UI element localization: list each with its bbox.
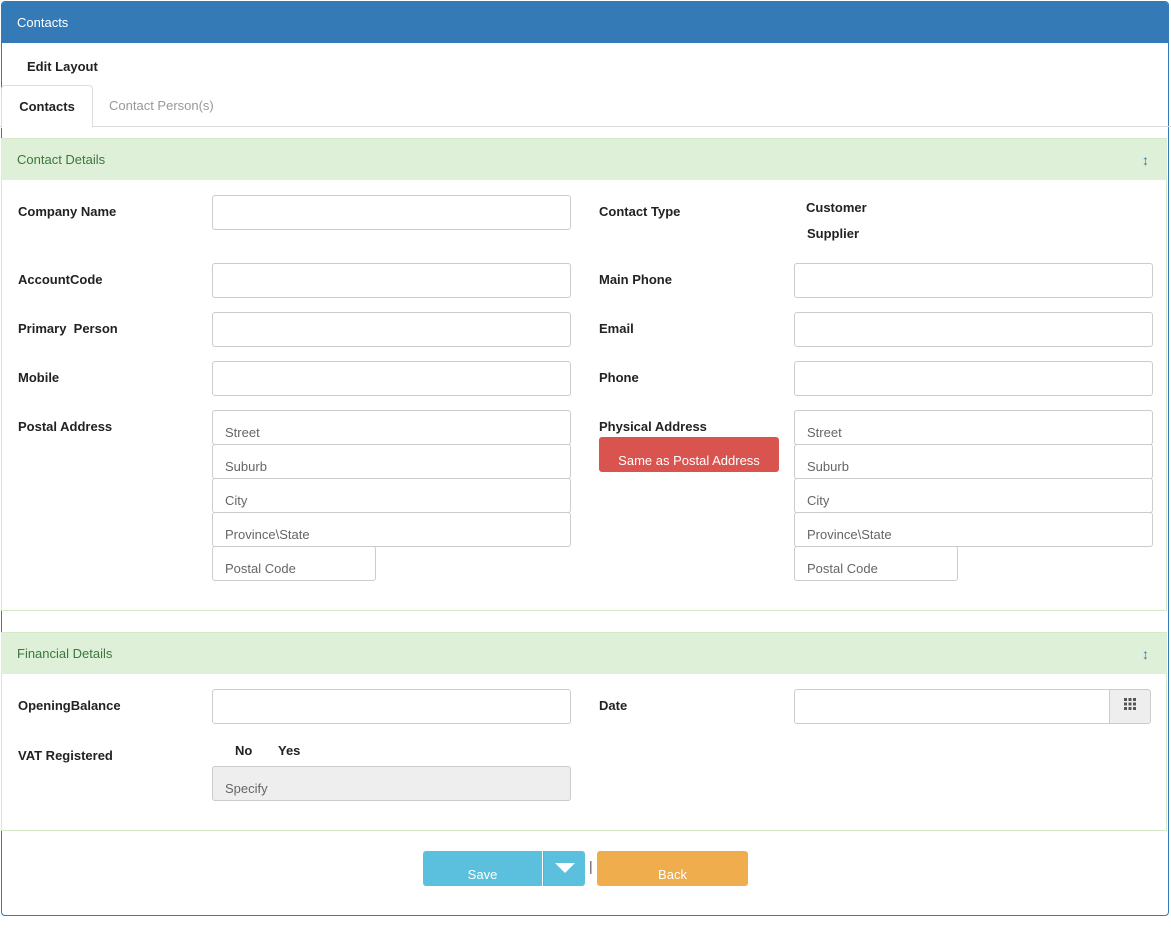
contact-details-header[interactable]: Contact Details ↕: [1, 138, 1167, 180]
opening-balance-input[interactable]: [212, 689, 571, 724]
button-separator: |: [589, 858, 593, 874]
panel-title: Contacts: [2, 2, 1168, 43]
vat-specify-input[interactable]: [212, 766, 571, 801]
contact-type-customer-option[interactable]: Customer: [806, 200, 867, 215]
physical-address-label: Physical Address: [599, 419, 707, 434]
financial-details-header[interactable]: Financial Details ↕: [1, 632, 1167, 674]
vat-no-option[interactable]: No: [235, 743, 252, 758]
save-dropdown-icon[interactable]: [543, 851, 585, 886]
save-button[interactable]: Save: [423, 851, 542, 886]
account-code-input[interactable]: [212, 263, 571, 298]
email-input[interactable]: [794, 312, 1153, 347]
tab-contacts[interactable]: Contacts: [1, 85, 93, 128]
primary-person-label: Primary Person: [18, 321, 118, 336]
contact-details-title: Contact Details: [17, 152, 106, 167]
tab-bar: Contacts Contact Person(s): [0, 85, 1171, 128]
date-label: Date: [599, 698, 628, 713]
physical-suburb-input[interactable]: [794, 444, 1153, 479]
postal-suburb-input[interactable]: [212, 444, 571, 479]
date-input[interactable]: [794, 689, 1110, 724]
postal-code-input[interactable]: [212, 546, 376, 581]
phone-input[interactable]: [794, 361, 1153, 396]
collapse-toggle-icon[interactable]: ↕: [1142, 633, 1149, 675]
calendar-icon[interactable]: [1109, 689, 1151, 724]
postal-street-input[interactable]: [212, 410, 571, 445]
postal-province-input[interactable]: [212, 512, 571, 547]
physical-street-input[interactable]: [794, 410, 1153, 445]
company-name-input[interactable]: [212, 195, 571, 230]
physical-city-input[interactable]: [794, 478, 1153, 513]
tab-contact-persons[interactable]: Contact Person(s): [109, 85, 214, 127]
same-as-postal-button[interactable]: Same as Postal Address: [599, 437, 779, 472]
calendar-grid-icon: [1124, 698, 1136, 710]
vat-yes-option[interactable]: Yes: [278, 743, 300, 758]
main-phone-label: Main Phone: [599, 272, 672, 287]
primary-person-input[interactable]: [212, 312, 571, 347]
postal-address-label: Postal Address: [18, 419, 113, 434]
vat-registered-label: VAT Registered: [18, 748, 113, 763]
collapse-toggle-icon[interactable]: ↕: [1142, 139, 1149, 181]
physical-province-input[interactable]: [794, 512, 1153, 547]
postal-city-input[interactable]: [212, 478, 571, 513]
main-phone-input[interactable]: [794, 263, 1153, 298]
opening-balance-label: OpeningBalance: [18, 698, 121, 713]
email-label: Email: [599, 321, 634, 336]
company-name-label: Company Name: [18, 204, 117, 219]
phone-label: Phone: [599, 370, 639, 385]
financial-details-title: Financial Details: [17, 646, 113, 661]
edit-layout-link[interactable]: Edit Layout: [27, 59, 98, 74]
mobile-input[interactable]: [212, 361, 571, 396]
back-button[interactable]: Back: [597, 851, 748, 886]
physical-postal-code-input[interactable]: [794, 546, 958, 581]
mobile-label: Mobile: [18, 370, 60, 385]
account-code-label: AccountCode: [18, 272, 103, 287]
contact-type-label: Contact Type: [599, 204, 681, 219]
contact-type-supplier-option[interactable]: Supplier: [807, 226, 859, 241]
